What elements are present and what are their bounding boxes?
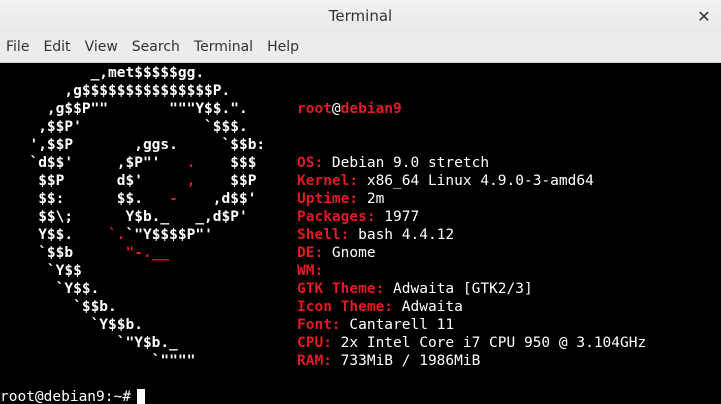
info-value: 2m [358,191,385,207]
info-label: Font: [297,317,341,333]
info-row: CPU: 2x Intel Core i7 CPU 950 @ 3.104GHz [297,334,646,352]
menu-file[interactable]: File [6,39,29,55]
info-row: Packages: 1977 [297,208,646,226]
info-label: Packages: [297,209,376,225]
logo-line: ,g$$P"" """Y$$.". [12,100,265,118]
info-label: WM: [297,263,324,279]
info-row: Shell: bash 4.4.12 [297,226,646,244]
info-row: Font: Cantarell 11 [297,316,646,334]
logo-segment: ,$$P' `$$$. [12,119,248,135]
logo-line: `$$b. [12,298,265,316]
close-icon[interactable]: ✕ [693,5,715,27]
logo-segment: `"Y$b._ [12,335,178,351]
info-value: 2x Intel Core i7 CPU 950 @ 3.104GHz [331,335,647,351]
info-label: Icon Theme: [297,299,394,315]
menu-terminal[interactable]: Terminal [194,39,253,55]
logo-segment: `. [108,227,126,243]
logo-segment: ,g$$$$$$$$$$$$$$$P. [12,83,231,99]
logo-line: `Y$$. [12,280,265,298]
logo-segment: $$P d$' [12,173,187,189]
logo-segment: $$P [195,173,257,189]
logo-line: ,g$$$$$$$$$$$$$$$P. [12,82,265,100]
info-value: Adwaita [GTK2/3] [384,281,533,297]
info-label: GTK Theme: [297,281,385,297]
logo-line: $$P d$' , $$P [12,172,265,190]
logo-segment: `Y$$. [12,281,100,297]
logo-segment: "-.__ [125,245,170,261]
logo-line: ,$$P' `$$$. [12,118,265,136]
user-host-line: root@debian9 [297,100,646,118]
logo-segment: `Y$$b. [12,317,143,333]
terminal-output[interactable]: _,met$$$$$gg. ,g$$$$$$$$$$$$$$$P. ,g$$P"… [0,63,721,404]
info-row: Icon Theme: Adwaita [297,298,646,316]
info-value: 733MiB / 1986MiB [331,353,481,369]
logo-line: `"Y$b._ [12,334,265,352]
info-row: Uptime: 2m [297,190,646,208]
logo-line: `Y$$b. [12,316,265,334]
info-value: 1977 [375,209,420,225]
title-bar: Terminal ✕ [0,0,721,32]
logo-segment: ,g$$P"" """Y$$.". [12,101,248,117]
logo-segment: `"""" [12,353,196,369]
info-row: DE: Gnome [297,244,646,262]
logo-segment: `"Y$$$$P"' [125,227,213,243]
logo-segment: - [169,191,178,207]
window-title: Terminal [328,7,393,25]
info-label: RAM: [297,353,332,369]
info-value: bash 4.4.12 [349,227,455,243]
info-host: debian9 [340,101,402,117]
info-at: @ [331,101,341,117]
info-row: Kernel: x86_64 Linux 4.9.0-3-amd64 [297,172,646,190]
info-label: Shell: [297,227,350,243]
command-prompt[interactable]: root@debian9:~# [0,388,145,404]
logo-line: _,met$$$$$gg. [12,64,265,82]
logo-segment: $$\; Y$b._ _,d$P' [12,209,248,225]
menu-search[interactable]: Search [132,39,180,55]
info-row: OS: Debian 9.0 stretch [297,154,646,172]
info-label: OS: [297,155,324,171]
logo-line: `"""" [12,352,265,370]
menu-edit[interactable]: Edit [43,39,70,55]
info-value: x86_64 Linux 4.9.0-3-amd64 [358,173,594,189]
logo-line: ',$$P ,ggs. `$$b: [12,136,265,154]
info-value: Cantarell 11 [340,317,455,333]
info-row: GTK Theme: Adwaita [GTK2/3] [297,280,646,298]
info-label: Uptime: [297,191,359,207]
logo-line: `Y$$ [12,262,265,280]
info-label: DE: [297,245,324,261]
menu-help[interactable]: Help [267,39,299,55]
menu-bar: File Edit View Search Terminal Help [0,32,721,63]
logo-segment: Y$$. [12,227,109,243]
logo-line: `$$b "-.__ [12,244,265,262]
terminal-window: Terminal ✕ File Edit View Search Termina… [0,0,721,404]
logo-line: $$: $$. - ,d$$' [12,190,265,208]
logo-segment: `d$$' ,$P"' [12,155,187,171]
logo-segment: $$: $$. [12,191,170,207]
system-info: root@debian9 OS: Debian 9.0 stretch Kerne… [297,64,646,404]
logo-line: Y$$. `.`"Y$$$$P"' [12,226,265,244]
info-row: WM: [297,262,646,280]
info-user: root [297,101,332,117]
debian-ascii-logo: _,met$$$$$gg. ,g$$$$$$$$$$$$$$$P. ,g$$P"… [12,64,265,370]
menu-view[interactable]: View [85,39,118,55]
info-value: Gnome [323,245,376,261]
info-row: RAM: 733MiB / 1986MiB [297,352,646,370]
info-label: Kernel: [297,173,359,189]
logo-segment: `$$b. [12,299,117,315]
logo-segment: ',$$P ,ggs. `$$b: [12,137,266,153]
logo-segment: $$$ [195,155,257,171]
logo-segment: `Y$$ [12,263,82,279]
logo-segment: ,d$$' [177,191,257,207]
prompt-text: root@debian9:~# [0,389,131,404]
logo-segment: _,met$$$$$gg. [12,65,205,81]
logo-line: `d$$' ,$P"' . $$$ [12,154,265,172]
logo-line: $$\; Y$b._ _,d$P' [12,208,265,226]
text-cursor [136,389,145,404]
info-value: Adwaita [393,299,463,315]
info-value: Debian 9.0 stretch [323,155,490,171]
info-label: CPU: [297,335,332,351]
logo-segment: `$$b [12,245,126,261]
